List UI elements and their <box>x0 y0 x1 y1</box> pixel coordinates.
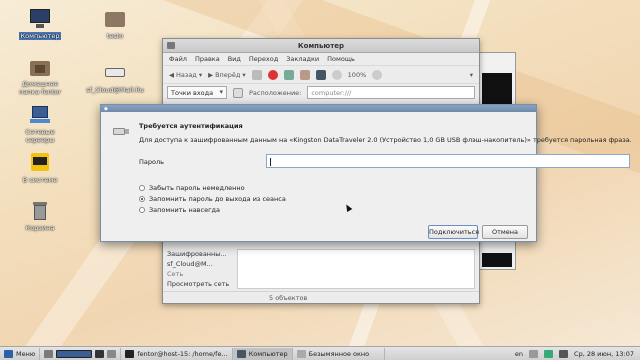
menu-item-file[interactable]: Файл <box>169 55 187 63</box>
zoom-out-icon[interactable] <box>331 69 342 80</box>
zoom-in-icon[interactable] <box>372 69 383 80</box>
desktop-icon-cloud-drive[interactable]: sf_Cloud@Mail.Ru <box>84 62 146 94</box>
file-manager-titlebar[interactable]: Компьютер <box>163 39 479 53</box>
radio-button[interactable] <box>139 207 145 213</box>
desktop-icon-label: Сетевые серверы <box>25 128 55 144</box>
keyboard-layout[interactable]: en <box>515 350 523 358</box>
removable-drive-icon[interactable] <box>529 349 539 358</box>
status-bar: 5 объектов <box>163 291 479 303</box>
desktop-icon-label: В системе <box>22 176 58 184</box>
computer-icon[interactable] <box>315 69 326 80</box>
desktop-icon-trash[interactable]: Корзина <box>9 200 71 232</box>
forward-button[interactable]: ▶ Вперёд ▾ <box>208 71 246 79</box>
usb-drive-icon <box>113 125 129 137</box>
desktop-icon-testo[interactable]: testo <box>84 8 146 40</box>
network-status-icon[interactable] <box>544 349 554 358</box>
option-forget-immediately[interactable]: Забыть пароль немедленно <box>139 184 245 192</box>
taskbar: Меню fentor@host-15: /home/fe... Компьют… <box>0 346 640 360</box>
task-terminal[interactable]: fentor@host-15: /home/fe... <box>121 347 233 360</box>
desktop-icon-label: Компьютер <box>18 32 62 40</box>
terminal-icon <box>125 349 135 358</box>
menu-item-view[interactable]: Вид <box>228 55 241 63</box>
location-input[interactable]: computer:/// <box>307 86 475 99</box>
option-remember-session[interactable]: Запомнить пароль до выхода из сеанса <box>139 195 286 203</box>
drive-icon <box>104 62 126 84</box>
sidebar: Зашифрованны... sf_Cloud@M... Сеть Просм… <box>167 249 237 289</box>
alt-linux-logo-icon <box>29 152 51 174</box>
workspace-preview-icon[interactable] <box>56 349 93 358</box>
desktop-icon-label: testo <box>106 32 124 40</box>
places-select[interactable]: Точки входа <box>167 86 227 99</box>
dialog-window-icon: ◆ <box>104 106 108 112</box>
menu-icon <box>4 349 13 358</box>
zoom-level: 100% <box>347 70 367 79</box>
menu-item-bookmarks[interactable]: Закладки <box>286 55 319 63</box>
computer-icon <box>29 8 51 30</box>
system-tray: en Ср, 28 июн, 13:07 <box>515 349 640 358</box>
radio-button[interactable] <box>139 196 145 202</box>
start-menu-button[interactable]: Меню <box>0 347 41 360</box>
menu-item-edit[interactable]: Правка <box>195 55 220 63</box>
menu-bar: Файл Правка Вид Переход Закладки Помощь <box>163 53 479 65</box>
view-mode-dropdown[interactable]: ▾ <box>470 71 473 79</box>
cancel-button[interactable]: Отмена <box>482 225 528 239</box>
toolbar: ◀ Назад ▾ ▶ Вперёд ▾ 100% ▾ <box>163 65 479 83</box>
dialog-titlebar[interactable]: ◆ <box>101 105 536 112</box>
window-icon <box>296 349 306 358</box>
auth-dialog: ◆ Требуется аутентификация Для доступа к… <box>100 104 632 242</box>
desktop-icon-label: Корзина <box>25 224 55 232</box>
up-icon[interactable] <box>251 69 262 80</box>
option-remember-forever[interactable]: Запомнить навсегда <box>139 206 220 214</box>
forward-arrow-icon: ▶ <box>208 70 214 79</box>
desktop-icon-label: Домашняя папка fentor <box>18 80 62 96</box>
menu-item-go[interactable]: Переход <box>249 55 278 63</box>
location-label: Расположение: <box>249 88 302 97</box>
desktop-icon-system[interactable]: В системе <box>9 152 71 184</box>
terminal-icon[interactable] <box>95 349 105 358</box>
volume-icon[interactable] <box>559 349 569 358</box>
back-button[interactable]: ◀ Назад ▾ <box>169 71 202 79</box>
dialog-description: Для доступа к зашифрованным данным на «K… <box>139 136 632 144</box>
desktop-icon-home[interactable]: Домашняя папка fentor <box>9 56 71 96</box>
sidebar-item-encrypted[interactable]: Зашифрованны... <box>167 249 237 259</box>
files-icon[interactable] <box>107 349 117 358</box>
sidebar-section-network: Сеть <box>167 270 184 278</box>
back-arrow-icon: ◀ <box>169 70 174 79</box>
connect-button[interactable]: Подключиться <box>428 225 479 239</box>
sidebar-item-browse-network[interactable]: Просмотреть сеть <box>167 279 237 289</box>
desktop-icon-label: sf_Cloud@Mail.Ru <box>86 86 144 94</box>
network-icon <box>29 104 51 126</box>
computer-icon <box>236 349 246 358</box>
edit-location-icon[interactable] <box>233 87 243 98</box>
trash-icon <box>29 200 51 222</box>
quick-launch <box>40 347 122 360</box>
window-title: Компьютер <box>297 42 345 50</box>
reload-icon[interactable] <box>283 69 294 80</box>
desktop-icon-network[interactable]: Сетевые серверы <box>9 104 71 144</box>
stop-icon[interactable] <box>267 69 278 80</box>
radio-button[interactable] <box>139 185 145 191</box>
task-untitled-window[interactable]: Безымянное окно <box>293 347 385 360</box>
desktop-icon-computer[interactable]: Компьютер <box>9 8 71 40</box>
background-window-pane <box>482 253 512 267</box>
clock[interactable]: Ср, 28 июн, 13:07 <box>574 350 634 358</box>
dialog-heading: Требуется аутентификация <box>139 122 243 130</box>
location-bar: Точки входа Расположение: computer:/// <box>163 83 479 101</box>
sidebar-item-cloud[interactable]: sf_Cloud@M... <box>167 259 237 269</box>
home-folder-icon <box>29 56 51 78</box>
task-computer[interactable]: Компьютер <box>232 347 293 360</box>
password-field[interactable] <box>266 154 630 168</box>
file-view[interactable] <box>237 249 475 289</box>
folder-icon <box>104 8 126 30</box>
password-label: Пароль <box>139 158 164 166</box>
menu-item-help[interactable]: Помощь <box>327 55 355 63</box>
desktop-switch-icon[interactable] <box>44 349 54 358</box>
home-icon[interactable] <box>299 69 310 80</box>
